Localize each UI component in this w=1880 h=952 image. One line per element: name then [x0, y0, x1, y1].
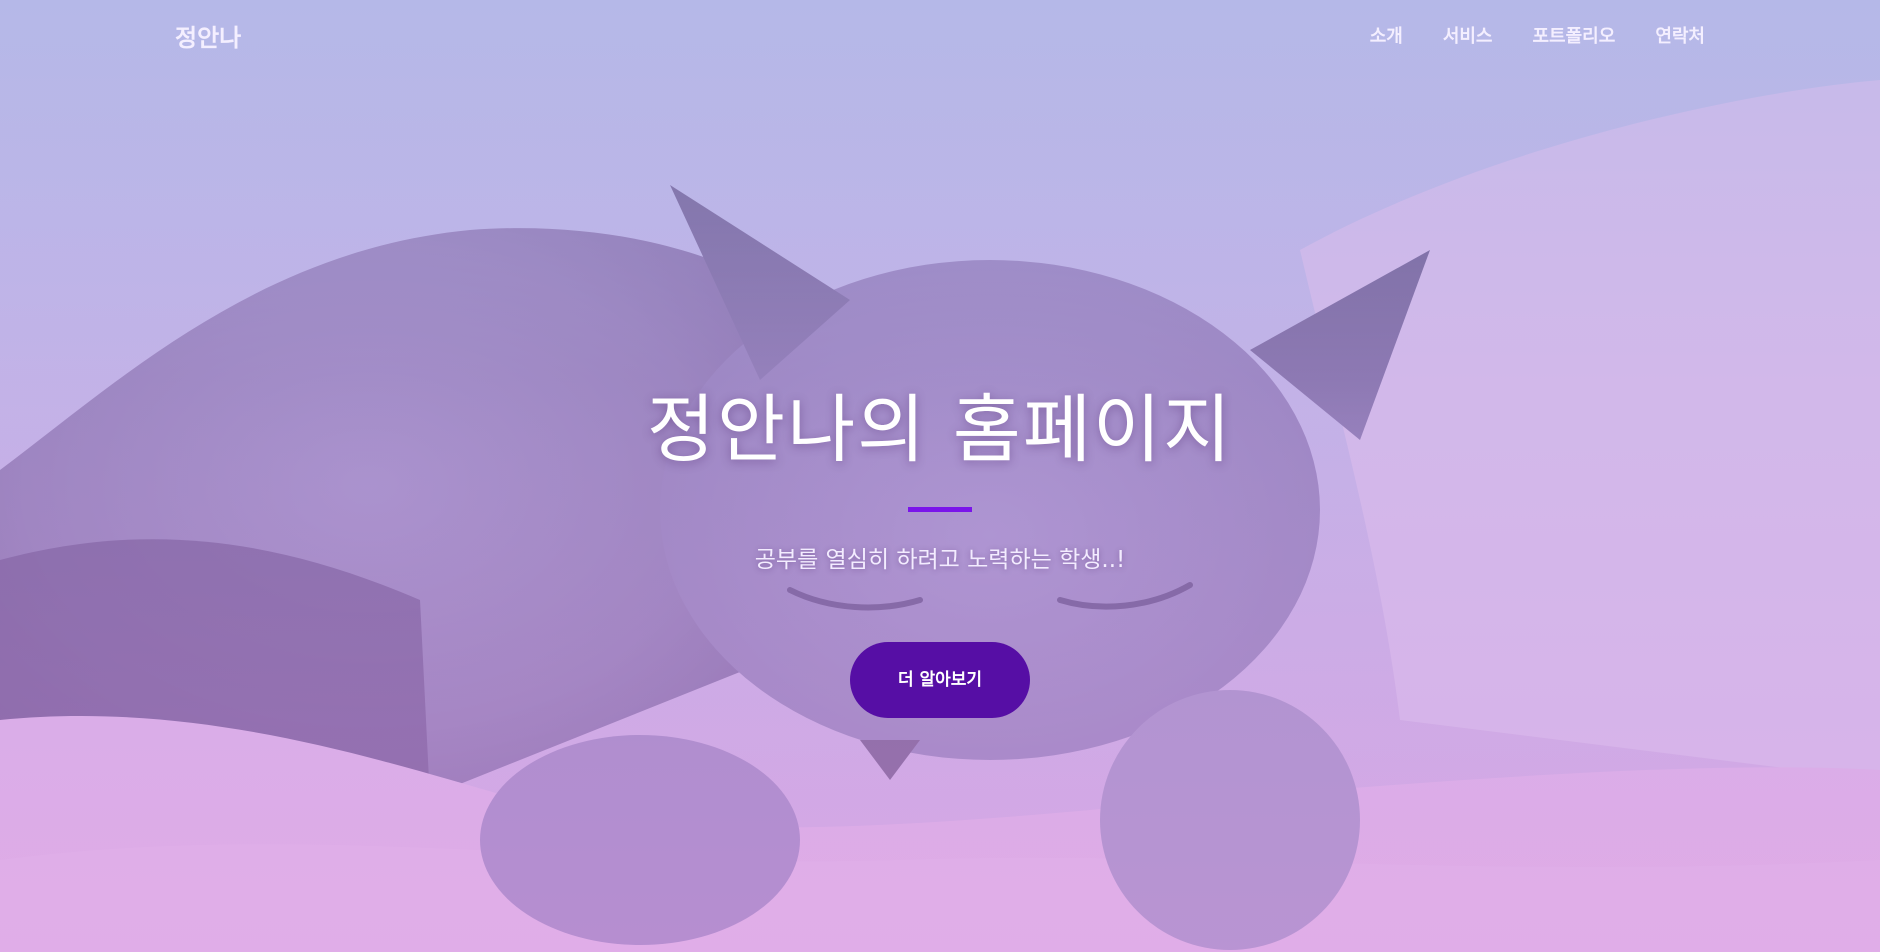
- nav-item-services: 서비스: [1443, 22, 1493, 48]
- hero-title: 정안나의 홈페이지: [646, 387, 1234, 473]
- nav-link-contact[interactable]: 연락처: [1655, 26, 1705, 47]
- title-divider: [908, 507, 972, 512]
- nav-item-contact: 연락처: [1655, 22, 1705, 48]
- nav-item-about: 소개: [1370, 22, 1403, 48]
- nav-link-portfolio[interactable]: 포트폴리오: [1533, 26, 1616, 47]
- hero-section: 정안나 소개 서비스 포트폴리오 연락처 정안나의 홈페이지 공부를 열심히 하…: [0, 0, 1880, 952]
- nav-link-services[interactable]: 서비스: [1443, 26, 1493, 47]
- brand-logo[interactable]: 정안나: [175, 18, 241, 53]
- top-navbar: 정안나 소개 서비스 포트폴리오 연락처: [0, 0, 1880, 70]
- nav-link-about[interactable]: 소개: [1370, 26, 1403, 47]
- nav-menu: 소개 서비스 포트폴리오 연락처: [1370, 22, 1705, 48]
- hero-subtitle: 공부를 열심히 하려고 노력하는 학생..!: [754, 547, 1126, 573]
- nav-item-portfolio: 포트폴리오: [1533, 22, 1616, 48]
- hero-content: 정안나의 홈페이지 공부를 열심히 하려고 노력하는 학생..! 더 알아보기: [0, 370, 1880, 718]
- learn-more-button[interactable]: 더 알아보기: [850, 642, 1030, 718]
